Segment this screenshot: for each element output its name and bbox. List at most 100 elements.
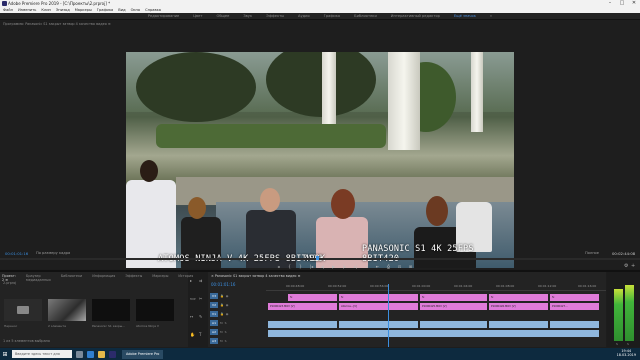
resolution-dropdown[interactable]: Полное — [585, 251, 599, 255]
close-button[interactable]: ✕ — [628, 0, 640, 7]
clock[interactable]: 19:44 18.03.2019 — [617, 350, 636, 357]
eye-icon[interactable]: ◉ — [226, 303, 229, 307]
timeline-clip[interactable]: P1000427... — [550, 303, 600, 310]
mark-out-icon[interactable]: } — [298, 264, 303, 269]
track-name[interactable]: V3 — [210, 293, 218, 299]
track-name[interactable]: A3 — [210, 338, 218, 344]
ripple-edit-icon[interactable]: ⟺ — [190, 296, 197, 312]
timeline-audio-clip[interactable] — [489, 321, 549, 328]
windows-start-icon[interactable]: ⊞ — [0, 348, 10, 360]
compare-view-icon[interactable]: ⊡ — [397, 264, 402, 269]
program-playhead[interactable] — [316, 256, 319, 260]
razor-tool-icon[interactable]: ✂ — [199, 296, 206, 312]
workspace-libraries[interactable]: Библиотеки — [354, 13, 377, 19]
step-forward-icon[interactable]: |▸ — [342, 264, 347, 269]
premiere-taskbar-icon[interactable] — [109, 350, 116, 358]
program-scrubber[interactable] — [0, 258, 640, 260]
timeline-audio-clip[interactable] — [420, 321, 488, 328]
timeline-playhead[interactable] — [388, 284, 389, 347]
eye-icon[interactable]: ◉ — [226, 294, 229, 298]
workspace-sound[interactable]: Звук — [243, 13, 252, 19]
lock-icon[interactable]: 🔒 — [220, 312, 224, 316]
play-icon[interactable]: ▶ — [331, 264, 336, 269]
settings-gear-icon[interactable]: ⚙ — [624, 263, 628, 269]
lock-icon[interactable]: 🔒 — [220, 294, 224, 298]
extract-icon[interactable]: ⇤ — [375, 264, 380, 269]
step-back-icon[interactable]: ◂| — [320, 264, 325, 269]
eye-icon[interactable]: ◉ — [226, 312, 229, 316]
timeline-audio-clip[interactable] — [268, 330, 600, 337]
solo-label[interactable]: S — [616, 342, 618, 346]
tab-libraries[interactable]: Библиотеки — [61, 274, 82, 282]
tab-media-browser[interactable]: Браузер медиаданных — [26, 274, 51, 282]
taskbar-search-input[interactable]: Введите здесь текст для поиска — [12, 350, 72, 358]
hand-tool-icon[interactable]: ✋ — [190, 332, 197, 348]
workspace-audio[interactable]: Аудио — [298, 13, 310, 19]
program-timecode[interactable]: 00:01:01:16 — [5, 251, 28, 256]
timeline-audio-clip[interactable] — [550, 321, 600, 328]
timeline-clip[interactable]: fx — [420, 294, 488, 301]
timeline-clip[interactable]: fx — [550, 294, 600, 301]
export-frame-icon[interactable]: ⎙ — [386, 264, 391, 269]
timeline-clip[interactable]: P1000425.MOV [V] — [420, 303, 488, 310]
timeline-timecode[interactable]: 00:01:01:16 — [211, 282, 235, 287]
solo-label[interactable]: S — [627, 342, 629, 346]
timeline-clip[interactable]: Atomos...[V] — [339, 303, 419, 310]
mark-in-icon[interactable]: { — [287, 264, 292, 269]
track-name[interactable]: A1 — [210, 320, 218, 326]
timeline-sequence-tab[interactable]: × Panasonic S1 закрыт затвор 4 качество … — [211, 274, 300, 278]
minimize-button[interactable]: – — [604, 0, 616, 7]
workspace-interactive[interactable]: Интерактивный редактор — [391, 13, 440, 19]
pen-tool-icon[interactable]: ✎ — [199, 314, 206, 330]
fit-dropdown[interactable]: По размеру кадра — [36, 251, 70, 255]
track-name[interactable]: V1 — [210, 311, 218, 317]
workspace-color[interactable]: Цвет — [193, 13, 202, 19]
button-editor-plus-icon[interactable]: + — [631, 263, 635, 269]
go-to-out-icon[interactable]: ▸| — [353, 264, 358, 269]
workspace-graphics[interactable]: Графика — [324, 13, 340, 19]
taskbar-app-button[interactable]: Adobe Premiere Pro — [122, 349, 164, 359]
add-marker-icon[interactable]: ◂ — [276, 264, 281, 269]
tab-info[interactable]: Информация — [92, 274, 115, 282]
timeline-clip[interactable]: P1000423.MOV [V] — [268, 303, 338, 310]
program-video-frame[interactable]: ATOMOS NINJA V 4K 25FPS 8BIT420 400K PAN… — [126, 52, 514, 268]
mute-icon[interactable]: M — [220, 330, 223, 334]
solo-icon[interactable]: S — [225, 339, 227, 343]
mute-icon[interactable]: M — [220, 321, 223, 325]
lock-icon[interactable]: 🔒 — [220, 303, 224, 307]
mute-icon[interactable]: M — [220, 339, 223, 343]
timeline-clip[interactable]: fx — [489, 294, 549, 301]
solo-icon[interactable]: S — [225, 330, 227, 334]
workspace-more[interactable]: » — [490, 13, 492, 19]
track-name[interactable]: A2 — [210, 329, 218, 335]
solo-icon[interactable]: S — [225, 321, 227, 325]
tab-markers[interactable]: Маркеры — [152, 274, 168, 282]
timeline-audio-clip[interactable] — [268, 321, 338, 328]
go-to-in-icon[interactable]: |◂ — [309, 264, 314, 269]
task-view-icon[interactable] — [76, 350, 83, 358]
type-tool-icon[interactable]: T — [199, 332, 206, 348]
timeline-audio-clip[interactable] — [339, 321, 419, 328]
explorer-icon[interactable] — [98, 350, 105, 358]
bin-folder-icon[interactable] — [4, 299, 42, 321]
timeline-ruler[interactable]: 00:00:48:00 00:00:52:00 00:00:56:00 00:0… — [266, 284, 606, 291]
timeline-clip[interactable]: fx — [339, 294, 419, 301]
clip-thumbnail[interactable] — [48, 299, 86, 321]
clip-thumbnail[interactable] — [136, 299, 174, 321]
track-name[interactable]: V2 — [210, 302, 218, 308]
tab-effects[interactable]: Эффекты — [125, 274, 142, 282]
timeline-clip[interactable]: P1000426.MOV [V] — [489, 303, 549, 310]
vr-view-icon[interactable]: ⊞ — [408, 264, 413, 269]
workspace-editing[interactable]: Редактирование — [148, 13, 179, 19]
edge-icon[interactable] — [87, 350, 94, 358]
lift-icon[interactable]: ⇥ — [364, 264, 369, 269]
slip-tool-icon[interactable]: ↔ — [190, 314, 197, 330]
workspace-general[interactable]: Общее — [216, 13, 229, 19]
workspace-effects[interactable]: Эффекты — [266, 13, 284, 19]
workspace-active[interactable]: Ещё значок — [454, 13, 476, 19]
timeline-clip[interactable]: fx — [288, 294, 338, 301]
selection-tool-icon[interactable]: ▸ — [190, 278, 197, 294]
clip-thumbnail[interactable] — [92, 299, 130, 321]
track-select-icon[interactable]: ⇉ — [199, 278, 206, 294]
maximize-button[interactable]: □ — [616, 0, 628, 7]
